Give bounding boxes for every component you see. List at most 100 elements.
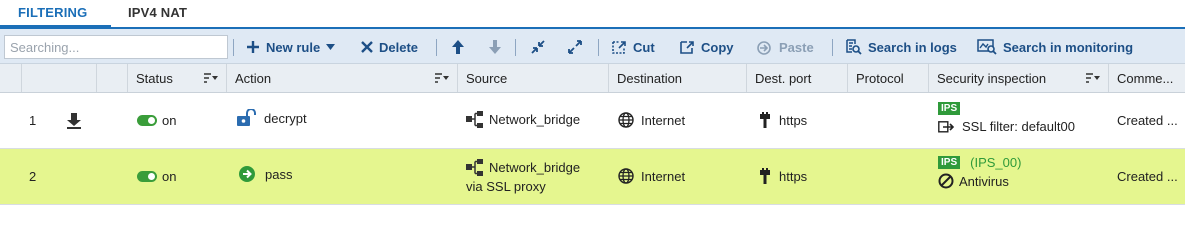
search-in-logs-label: Search in logs	[868, 39, 957, 55]
status-label: on	[162, 113, 177, 128]
network-bridge-icon	[466, 159, 483, 176]
toolbar-separator	[832, 39, 833, 56]
delete-label: Delete	[379, 39, 419, 55]
source-cell[interactable]: Network_bridge via SSL proxy	[466, 159, 580, 194]
close-icon	[361, 41, 373, 53]
copy-icon	[680, 40, 694, 54]
paste-icon	[757, 40, 771, 55]
sort-filter-icon[interactable]	[1086, 73, 1100, 83]
ssl-filter-icon	[938, 120, 955, 133]
destination-label: Internet	[641, 168, 686, 184]
search-in-logs-button[interactable]: Search in logs	[845, 38, 957, 56]
monitoring-search-icon	[977, 39, 997, 55]
arrow-up-icon	[452, 40, 464, 54]
header-select	[97, 64, 128, 92]
delete-button[interactable]: Delete	[361, 38, 418, 56]
antivirus-icon	[938, 173, 954, 189]
new-rule-label: New rule	[266, 39, 321, 55]
toggle-switch-icon	[137, 171, 157, 182]
header-protocol-label: Protocol	[856, 70, 904, 86]
header-source[interactable]: Source	[458, 64, 609, 92]
expand-all-button[interactable]	[568, 38, 582, 56]
cut-button[interactable]: Cut	[611, 38, 655, 56]
antivirus-label: Antivirus	[959, 173, 1009, 189]
collapse-all-button[interactable]	[531, 38, 545, 56]
ssl-filter-label: SSL filter: default00	[962, 119, 1075, 134]
header-position	[22, 64, 97, 92]
chevron-down-icon	[326, 44, 336, 50]
header-status-label: Status	[136, 70, 173, 86]
status-toggle[interactable]: on	[137, 93, 176, 148]
toggle-switch-icon	[137, 115, 157, 126]
sort-filter-icon[interactable]	[204, 73, 218, 83]
source-cell[interactable]: Network_bridge	[466, 111, 580, 128]
toolbar-separator	[436, 39, 437, 56]
header-source-label: Source	[466, 70, 508, 86]
ips-badge: IPS	[938, 102, 961, 115]
action-label: pass	[265, 166, 293, 182]
cut-icon	[612, 40, 626, 54]
toolbar-separator	[515, 39, 516, 56]
copy-button[interactable]: Copy	[679, 38, 734, 56]
table-row[interactable]: 2 on pass Network_bridge via SSL proxy I…	[0, 149, 1185, 205]
table-row[interactable]: 1 on decrypt Network_bridge Internet htt…	[0, 93, 1185, 149]
dest-port-label: https	[779, 168, 808, 184]
paste-button[interactable]: Paste	[757, 38, 814, 56]
header-comment[interactable]: Comme...	[1109, 64, 1185, 92]
move-up-button[interactable]	[452, 38, 464, 56]
logs-search-icon	[846, 39, 862, 55]
header-protocol[interactable]: Protocol	[848, 64, 929, 92]
destination-cell[interactable]: Internet	[618, 112, 685, 128]
dest-port-cell[interactable]: https	[760, 168, 807, 184]
expand-icon	[568, 40, 582, 54]
pass-arrow-icon	[239, 166, 255, 182]
search-input[interactable]	[4, 35, 228, 59]
row-number: 2	[29, 169, 37, 184]
header-action[interactable]: Action	[227, 64, 458, 92]
collapse-icon	[531, 40, 545, 54]
plus-icon	[247, 41, 259, 53]
status-label: on	[162, 169, 177, 184]
dest-port-label: https	[779, 112, 808, 128]
source-via-label: via SSL proxy	[466, 179, 546, 194]
header-status[interactable]: Status	[128, 64, 227, 92]
move-down-button[interactable]	[489, 38, 501, 56]
header-destination[interactable]: Destination	[609, 64, 747, 92]
status-toggle[interactable]: on	[137, 149, 176, 204]
header-index	[0, 64, 22, 92]
header-comment-label: Comme...	[1117, 70, 1174, 86]
source-label: Network_bridge	[489, 112, 581, 127]
new-rule-button[interactable]: New rule	[246, 38, 336, 56]
toolbar-separator	[598, 39, 599, 56]
search-in-monitoring-label: Search in monitoring	[1003, 39, 1134, 55]
toolbar-separator	[233, 39, 234, 56]
action-cell[interactable]: decrypt	[236, 109, 307, 127]
search-in-monitoring-button[interactable]: Search in monitoring	[977, 38, 1133, 56]
toolbar: New rule Delete Cut Copy Paste Search in…	[0, 29, 1185, 64]
table-header: Status Action Source Destination Dest. p…	[0, 64, 1185, 93]
ips-badge: IPS	[938, 156, 961, 169]
header-dest-port[interactable]: Dest. port	[747, 64, 848, 92]
globe-icon	[618, 112, 634, 128]
source-label: Network_bridge	[489, 160, 581, 175]
header-security-inspection[interactable]: Security inspection	[929, 64, 1109, 92]
tab-filtering[interactable]: FILTERING	[0, 5, 113, 29]
destination-cell[interactable]: Internet	[618, 168, 685, 184]
tab-bar: FILTERING IPV4 NAT	[0, 0, 1185, 29]
dest-port-cell[interactable]: https	[760, 112, 807, 128]
header-destination-label: Destination	[617, 70, 683, 86]
security-inspection-cell[interactable]: IPS (IPS_00) Antivirus	[938, 155, 1021, 189]
security-inspection-cell[interactable]: IPS SSL filter: default00	[938, 99, 1075, 134]
row-number: 1	[29, 113, 37, 128]
arrow-down-icon	[489, 40, 501, 54]
sort-filter-icon[interactable]	[435, 73, 449, 83]
port-plug-icon	[760, 168, 770, 184]
action-label: decrypt	[264, 110, 307, 126]
comment-cell[interactable]: Created ...	[1117, 93, 1178, 148]
port-plug-icon	[760, 112, 770, 128]
comment-cell[interactable]: Created ...	[1117, 149, 1178, 204]
tab-ipv4-nat[interactable]: IPV4 NAT	[128, 5, 187, 20]
action-cell[interactable]: pass	[239, 166, 292, 182]
header-dest-port-label: Dest. port	[755, 70, 812, 86]
network-bridge-icon	[466, 111, 483, 128]
